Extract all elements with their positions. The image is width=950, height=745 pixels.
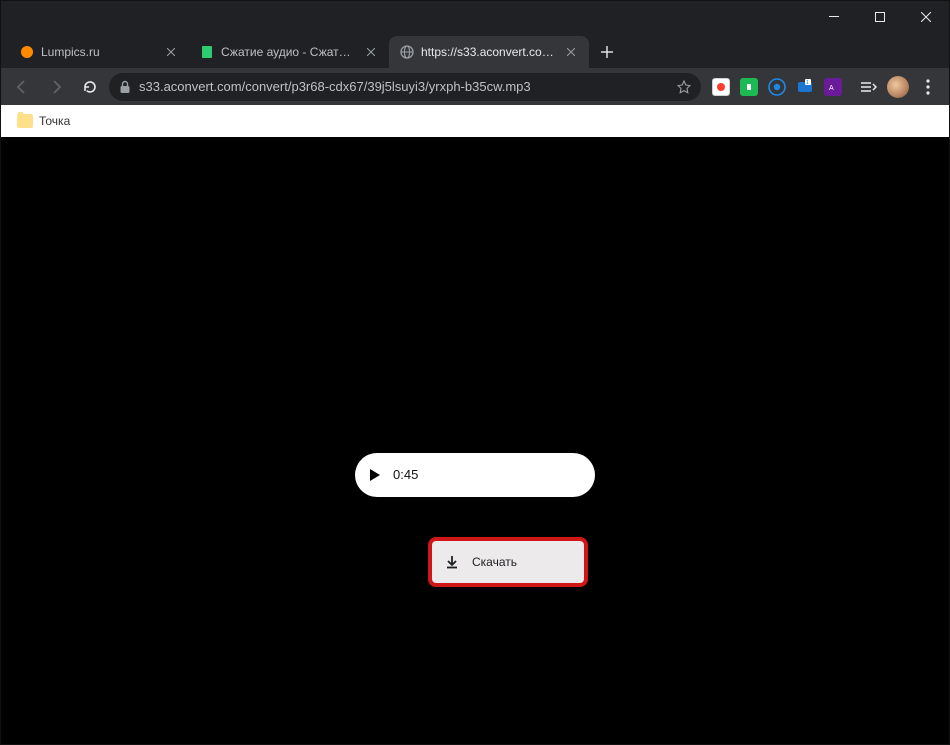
address-url: s33.aconvert.com/convert/p3r68-cdx67/39j…: [139, 79, 669, 94]
extension-icon[interactable]: [711, 77, 731, 97]
reading-list-icon[interactable]: [853, 73, 883, 101]
folder-icon: [17, 114, 33, 128]
browser-tab[interactable]: Lumpics.ru: [9, 36, 189, 68]
globe-icon: [399, 44, 415, 60]
profile-avatar[interactable]: [887, 76, 909, 98]
bookmark-label: Точка: [39, 114, 70, 128]
bookmark-star-icon[interactable]: [677, 80, 691, 94]
bookmark-folder[interactable]: Точка: [11, 110, 76, 132]
browser-tab-active[interactable]: https://s33.aconvert.com/convert: [389, 36, 589, 68]
context-menu-download[interactable]: Скачать: [428, 537, 588, 587]
download-icon: [444, 554, 460, 570]
browser-tab[interactable]: Сжатие аудио - Сжатие файлов: [189, 36, 389, 68]
window-minimize-button[interactable]: [811, 1, 857, 32]
address-bar[interactable]: s33.aconvert.com/convert/p3r68-cdx67/39j…: [109, 73, 701, 101]
extension-icon[interactable]: [739, 77, 759, 97]
extension-icon[interactable]: 1: [795, 77, 815, 97]
tab-bar: Lumpics.ru Сжатие аудио - Сжатие файлов …: [1, 32, 949, 68]
window-titlebar: [1, 1, 949, 32]
svg-text:1: 1: [806, 80, 809, 86]
tab-favicon-icon: [199, 44, 215, 60]
kebab-menu-icon[interactable]: [913, 73, 943, 101]
new-tab-button[interactable]: [593, 38, 621, 66]
window-close-button[interactable]: [903, 1, 949, 32]
browser-toolbar: s33.aconvert.com/convert/p3r68-cdx67/39j…: [1, 68, 949, 105]
close-icon[interactable]: [563, 44, 579, 60]
tab-title: Lumpics.ru: [41, 45, 157, 59]
back-button[interactable]: [7, 72, 37, 102]
player-time: 0:45: [393, 467, 418, 482]
extension-icon[interactable]: [767, 77, 787, 97]
lock-icon: [119, 80, 131, 94]
audio-player[interactable]: 0:45: [355, 453, 595, 497]
window-maximize-button[interactable]: [857, 1, 903, 32]
close-icon[interactable]: [363, 44, 379, 60]
reload-button[interactable]: [75, 72, 105, 102]
page-content: 0:45 Скачать: [1, 137, 949, 744]
forward-button[interactable]: [41, 72, 71, 102]
tab-title: Сжатие аудио - Сжатие файлов: [221, 45, 357, 59]
extension-icon[interactable]: A: [823, 77, 843, 97]
svg-text:A: A: [829, 85, 834, 92]
bookmarks-bar: Точка: [1, 105, 949, 137]
close-icon[interactable]: [163, 44, 179, 60]
tab-favicon-icon: [19, 44, 35, 60]
extension-icons: 1 A: [705, 77, 849, 97]
play-icon[interactable]: [367, 467, 383, 483]
tab-title: https://s33.aconvert.com/convert: [421, 45, 557, 59]
download-label: Скачать: [472, 555, 517, 569]
